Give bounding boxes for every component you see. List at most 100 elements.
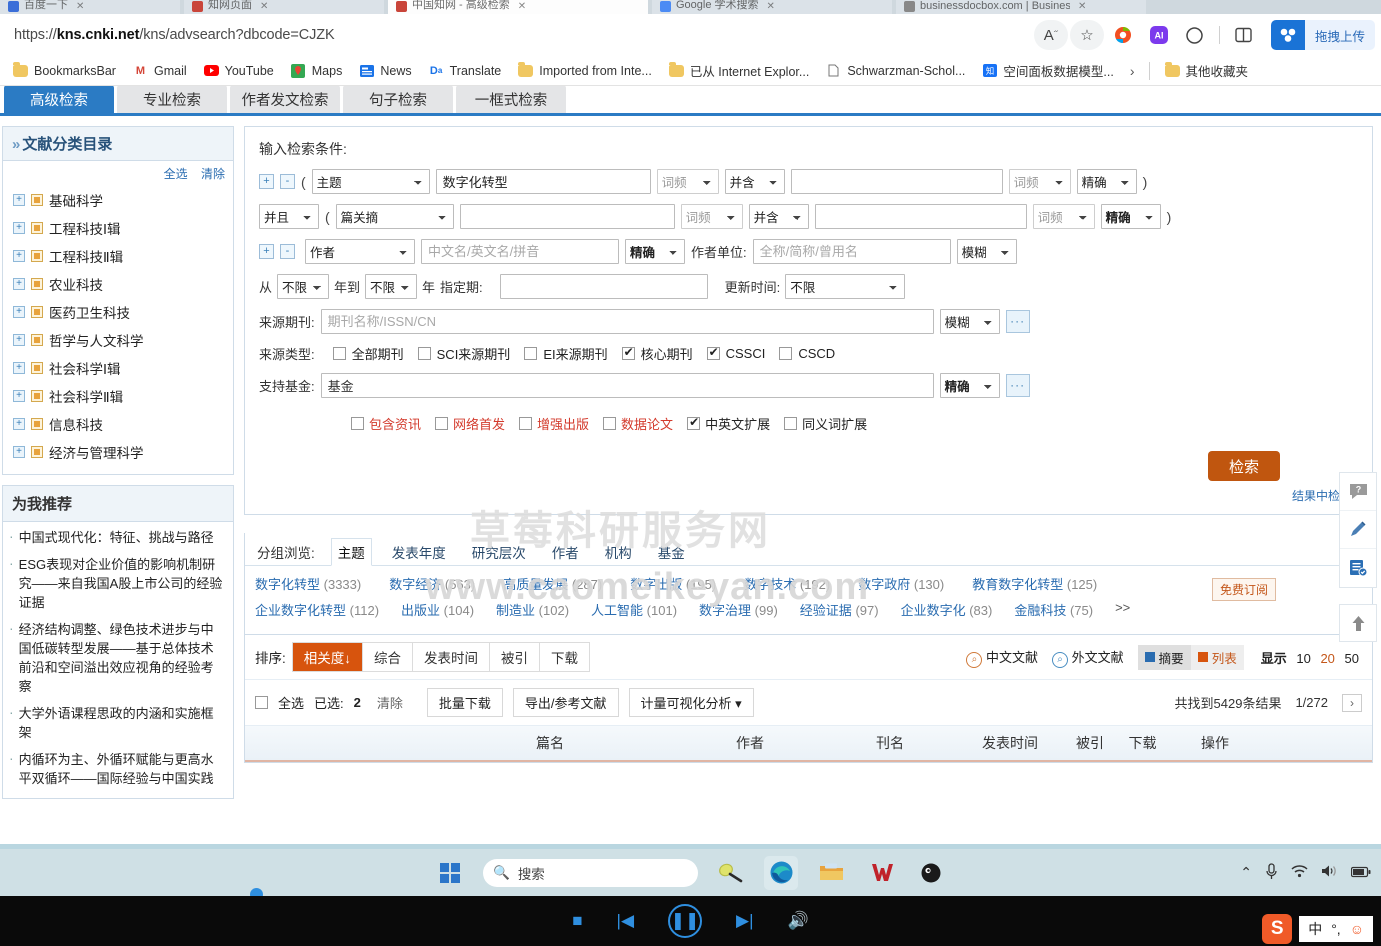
url-toolbar-icons[interactable]: A ᳓ ☆ AI [1033,20,1265,50]
tag-item[interactable]: 人工智能 (101) [591,600,677,619]
tag-more-link[interactable]: >> [1115,600,1130,619]
logic-select-1[interactable]: 并含 [724,169,785,194]
bookmark-item[interactable]: BookmarksBar [6,61,123,81]
copilot-icon[interactable]: AI [1142,20,1176,50]
bookmark-item[interactable]: Da Translate [422,61,509,81]
view-toggle[interactable]: 摘要 列表 [1137,644,1244,670]
favorite-star-icon[interactable]: ☆ [1069,20,1104,50]
fund-match-select[interactable]: 精确 [939,373,1000,398]
word-frequency-select-1a[interactable]: 词频 [656,169,719,194]
bookmark-item[interactable]: 知空间面板数据模型... [975,58,1120,83]
category-item[interactable]: + 社会科学Ⅰ辑 [3,354,233,382]
column-cited[interactable]: 被引 [1065,733,1115,753]
checkbox-cssci[interactable] [706,345,720,360]
category-item[interactable]: + 工程科技Ⅱ辑 [3,242,233,270]
tag-link[interactable]: 数字治理 [699,603,751,618]
drag-upload-button[interactable]: 拖拽上传 [1270,20,1375,50]
field-select-2[interactable]: 篇关摘 [335,204,454,229]
journal-input[interactable] [320,309,934,334]
ime-language-label[interactable]: 中 [1308,919,1322,939]
category-checkbox[interactable] [31,222,43,234]
ime-box[interactable]: 中 °, ☺ [1299,916,1373,942]
tag-link[interactable]: 企业数字化 [901,603,966,618]
keyword-input-2[interactable] [459,204,675,229]
category-checkbox[interactable] [31,446,43,458]
category-item[interactable]: + 哲学与人文科学 [3,326,233,354]
checkbox-data-paper[interactable] [603,417,617,430]
group-tab-fund[interactable]: 基金 [652,539,691,565]
checkbox-ei[interactable] [524,347,538,360]
subscribe-button[interactable]: 免费订阅 [1211,578,1276,601]
chinese-lit-toggle[interactable]: ⌕ 中文文献 [966,647,1038,668]
sort-options[interactable]: 相关度↓ 综合 发表时间 被引 下载 [291,642,591,672]
group-tab-author[interactable]: 作者 [546,539,585,565]
chevron-up-icon[interactable]: ⌃ [1240,864,1252,881]
export-button[interactable]: 导出/参考文献 [512,688,619,717]
group-tab-research-level[interactable]: 研究层次 [466,539,532,565]
microphone-icon[interactable] [1265,862,1278,883]
expand-icon[interactable]: + [13,390,25,402]
source-type-option[interactable]: CSCD [779,346,835,361]
word-frequency-select-2a[interactable]: 词频 [680,204,743,229]
fund-input[interactable] [320,373,934,398]
extra-option[interactable]: 网络首发 [435,414,505,433]
remove-row-button[interactable]: - [280,244,295,259]
category-checkbox[interactable] [31,194,43,206]
group-tab-institution[interactable]: 机构 [599,539,638,565]
recommend-item[interactable]: · 经济结构调整、绿色技术进步与中国低碳转型发展——基于总体技术前沿和空间溢出效应… [9,620,225,696]
page-size-50[interactable]: 50 [1345,651,1359,666]
expand-icon[interactable]: + [13,194,25,206]
tag-item[interactable]: 数字出版 (195) [630,574,716,593]
sort-publish-date[interactable]: 发表时间 [413,643,491,671]
tab-close-icon[interactable]: ✕ [767,1,775,12]
site-tab-bar[interactable]: 高级检索 专业检索 作者发文检索 句子检索 一框式检索 [0,86,1381,116]
column-download[interactable]: 下载 [1115,733,1170,753]
browser-url-bar[interactable]: https://kns.cnki.net/kns/advsearch?dbcod… [0,14,1381,56]
checkbox-include-news[interactable] [351,417,364,430]
word-frequency-select-2b[interactable]: 词频 [1032,204,1095,229]
keyword-input-2b[interactable] [814,204,1027,229]
recommend-item[interactable]: · 内循环为主、外循环赋能与更高水平双循环——国际经验与中国实践 [9,750,225,788]
checkbox-bilingual-expand[interactable] [687,415,701,430]
expand-icon[interactable]: + [13,222,25,234]
fund-more-button[interactable]: ··· [1005,374,1030,397]
browser-tab[interactable]: businessdocbox.com | Business, Fin... ✕ [896,0,1146,14]
ime-indicator[interactable]: S 中 °, ☺ [1262,914,1373,944]
volume-icon[interactable]: 🔊 [788,911,809,931]
select-all-link[interactable]: 全选 [164,167,188,181]
source-type-option[interactable]: 核心期刊 [621,344,693,363]
analysis-button[interactable]: 计量可视化分析 ▾ [628,688,754,717]
tab-professional-search[interactable]: 专业检索 [117,86,227,113]
page-size-20[interactable]: 20 [1320,651,1334,666]
extra-option[interactable]: 数据论文 [603,414,673,433]
add-row-button[interactable]: + [259,174,274,189]
extra-option[interactable]: 同义词扩展 [784,414,867,433]
edge-icon[interactable] [764,855,798,890]
tag-item[interactable]: 高质量发展 (287) [503,574,602,593]
tag-link[interactable]: 制造业 [496,603,535,618]
other-bookmarks-item[interactable]: 其他收藏夹 [1158,58,1256,83]
taskbar-search-input[interactable]: 🔍 搜索 [483,858,698,887]
tag-link[interactable]: 高质量发展 [503,577,568,592]
field-select-1[interactable]: 主题 [311,169,430,194]
next-icon[interactable]: ▶| [736,911,754,931]
tag-link[interactable]: 金融科技 [1014,603,1066,618]
tab-author-search[interactable]: 作者发文检索 [230,86,340,113]
battery-icon[interactable] [1350,865,1371,881]
tab-close-icon[interactable]: ✕ [1078,1,1086,12]
tab-close-icon[interactable]: ✕ [76,1,84,12]
tag-item[interactable]: 数字技术 (192) [744,574,830,593]
checkbox-core-journal[interactable] [621,345,635,360]
author-input[interactable] [421,239,619,264]
sort-relevance[interactable]: 相关度↓ [292,643,364,671]
bookmark-item[interactable]: News [352,61,418,81]
tag-item[interactable]: 金融科技 (75) [1014,600,1093,619]
recommend-item[interactable]: · ESG表现对企业价值的影响机制研究——来自我国A股上市公司的经验证据 [9,555,225,612]
category-checkbox[interactable] [31,278,43,290]
word-frequency-select-1b[interactable]: 词频 [1008,169,1071,194]
source-type-option[interactable]: EI来源期刊 [524,344,608,363]
read-aloud-icon[interactable]: A ᳓ [1033,20,1068,50]
expand-icon[interactable]: + [13,446,25,458]
column-author[interactable]: 作者 [675,733,825,753]
tag-link[interactable]: 数字政府 [858,577,910,592]
